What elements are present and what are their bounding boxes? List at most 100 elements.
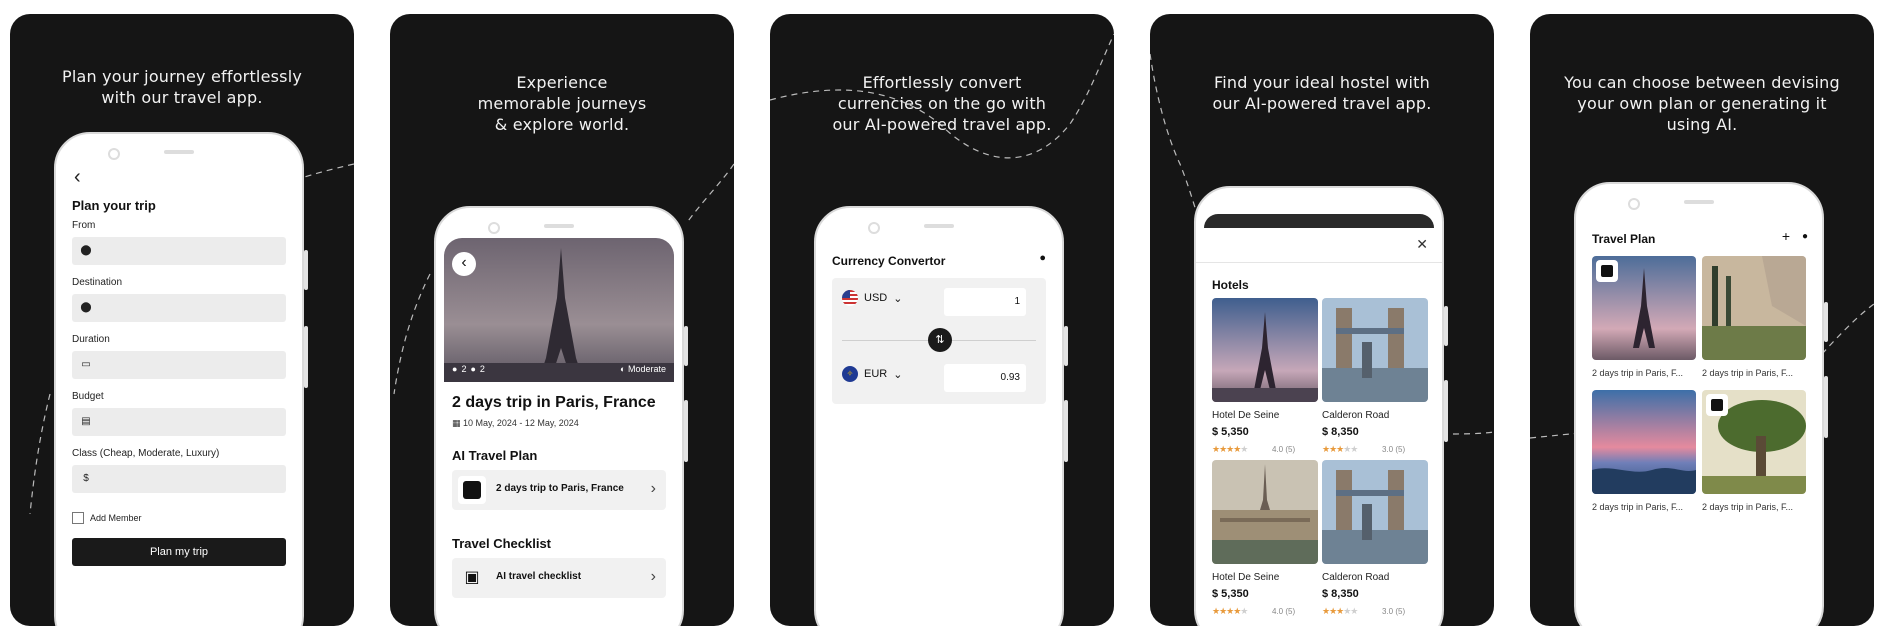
child-icon: ●	[470, 364, 476, 374]
trip-title: 2 days trip in Paris, France	[452, 394, 656, 411]
panel-caption: Effortlessly convert currencies on the g…	[832, 73, 1052, 134]
checklist-item-label: AI travel checklist	[496, 571, 582, 582]
rating-value: 4.0 (5)	[1272, 445, 1296, 454]
budget-badge: ◐ Moderate	[620, 364, 666, 374]
rating-value: 4.0 (5)	[1272, 607, 1296, 616]
calendar-icon: ▦	[452, 418, 461, 428]
to-currency-select[interactable]: ✧ EUR ⌄	[842, 366, 902, 382]
close-icon[interactable]: ✕	[1416, 236, 1428, 253]
panel-caption: You can choose between devising your own…	[1564, 73, 1840, 134]
plan-caption: 2 days trip in Paris, F...	[1702, 368, 1794, 378]
field-label-class: Class (Cheap, Moderate, Luxury)	[72, 448, 220, 459]
app-logo-icon	[458, 476, 486, 504]
destination-input[interactable]: ⬤	[72, 294, 286, 322]
promo-panel-explore: Experience memorable journeys & explore …	[390, 14, 734, 626]
section-title: Hotels	[1212, 278, 1249, 292]
panel-caption: Find your ideal hostel with our AI-power…	[1212, 73, 1432, 113]
from-input[interactable]: ⬤	[72, 237, 286, 265]
hotel-photo	[1322, 298, 1428, 402]
phone-mockup: ✕ Hotels Hotel De Seine $ 5,350 ★★★★★ 4.…	[1194, 186, 1444, 626]
trip-dates: ▦ 10 May, 2024 - 12 May, 2024	[452, 418, 579, 429]
speaker-slot	[1684, 200, 1714, 204]
camera-dot	[488, 222, 500, 234]
plan-caption: 2 days trip in Paris, F...	[1702, 502, 1794, 512]
ai-travel-plan-heading: AI Travel Plan	[452, 448, 538, 463]
plan-photo	[1702, 390, 1806, 494]
back-arrow-icon[interactable]: ‹	[74, 166, 81, 189]
page-title: Plan your trip	[72, 198, 156, 213]
location-pin-icon: ⬤	[80, 245, 92, 256]
calendar-icon: ▭	[81, 359, 91, 370]
add-member-checkbox[interactable]: Add Member	[72, 512, 142, 524]
phone-side-button	[304, 326, 308, 388]
location-pin-icon: ⬤	[80, 302, 92, 313]
hotel-photo	[1322, 460, 1428, 564]
eu-flag-icon: ✧	[842, 366, 858, 382]
checklist-item[interactable]: ▣ AI travel checklist ›	[452, 558, 666, 598]
budget-input[interactable]: ▤	[72, 408, 286, 436]
duration-input[interactable]: ▭	[72, 351, 286, 379]
hotel-photo	[1212, 460, 1318, 564]
hotel-price: $ 8,350	[1322, 588, 1359, 600]
ai-plan-item-label: 2 days trip to Paris, France	[496, 483, 624, 494]
star-rating: ★★★★★	[1212, 444, 1248, 454]
dollar-icon: $	[83, 473, 89, 484]
phone-mockup: Travel Plan + ● 2 days trip in Paris, F.…	[1574, 182, 1824, 626]
promo-panel-currency: Effortlessly convert currencies on the g…	[770, 14, 1114, 626]
from-currency-select[interactable]: USD ⌄	[842, 290, 902, 306]
adult-count: 2	[461, 364, 467, 374]
field-label-from: From	[72, 220, 96, 231]
camera-dot	[108, 148, 120, 160]
app-logo-icon	[1596, 260, 1618, 282]
rating-value: 3.0 (5)	[1382, 607, 1406, 616]
back-button[interactable]: ‹	[452, 252, 476, 276]
to-amount-input[interactable]: 0.93	[944, 364, 1026, 392]
adult-icon: ●	[452, 364, 458, 374]
budget-icon: ◐	[620, 364, 626, 374]
class-input[interactable]: $	[72, 465, 286, 493]
field-label-destination: Destination	[72, 277, 123, 288]
bell-icon[interactable]: ●	[1039, 252, 1046, 264]
phone-side-button	[1444, 380, 1448, 442]
phone-side-button	[1824, 302, 1828, 342]
child-count: 2	[479, 364, 485, 374]
chevron-down-icon: ⌄	[893, 292, 903, 305]
phone-side-button	[1444, 306, 1448, 346]
eiffel-tower-photo	[444, 238, 674, 382]
hotel-name: Hotel De Seine	[1212, 410, 1280, 421]
camera-dot	[1628, 198, 1640, 210]
speaker-slot	[164, 150, 194, 154]
page-title: Currency Convertor	[832, 254, 946, 268]
from-currency-code: USD	[864, 292, 888, 304]
checkbox-box[interactable]	[72, 512, 84, 524]
star-rating: ★★★★★	[1212, 606, 1248, 616]
us-flag-icon	[842, 290, 858, 306]
star-rating: ★★★★★	[1322, 444, 1358, 454]
promo-panel-plan: Plan your journey effortlessly with our …	[10, 14, 354, 626]
chevron-right-icon: ›	[650, 480, 656, 497]
phone-side-button	[684, 326, 688, 366]
plan-my-trip-button[interactable]: Plan my trip	[72, 538, 286, 566]
sheet-handle-bar	[1204, 214, 1434, 228]
add-plan-icon[interactable]: +	[1782, 228, 1790, 244]
travel-checklist-heading: Travel Checklist	[452, 536, 551, 551]
from-amount-input[interactable]: 1	[944, 288, 1026, 316]
bell-icon[interactable]: ●	[1802, 231, 1808, 242]
phone-side-button	[684, 400, 688, 462]
clipboard-icon: ▣	[464, 569, 480, 586]
hotel-name: Calderon Road	[1322, 572, 1390, 583]
paris-hero-image: ‹ ● 2 ● 2 ◐ Moderate	[444, 238, 674, 382]
trip-dates-text: 10 May, 2024 - 12 May, 2024	[463, 418, 579, 428]
receipt-icon: ▤	[81, 416, 91, 427]
phone-mockup: Currency Convertor ● USD ⌄ 1 ⇅ ✧ EUR ⌄ 0…	[814, 206, 1064, 626]
phone-side-button	[1824, 376, 1828, 438]
panel-caption: Plan your journey effortlessly with our …	[61, 67, 303, 107]
panel-caption: Experience memorable journeys & explore …	[477, 73, 647, 134]
traveler-counts: ● 2 ● 2	[452, 364, 485, 374]
swap-button[interactable]: ⇅	[928, 328, 952, 352]
hotel-name: Calderon Road	[1322, 410, 1390, 421]
converter-card: USD ⌄ 1 ⇅ ✧ EUR ⌄ 0.93	[832, 278, 1046, 404]
ai-plan-item[interactable]: 2 days trip to Paris, France ›	[452, 470, 666, 510]
hotel-photo	[1212, 298, 1318, 402]
hotel-price: $ 5,350	[1212, 426, 1249, 438]
